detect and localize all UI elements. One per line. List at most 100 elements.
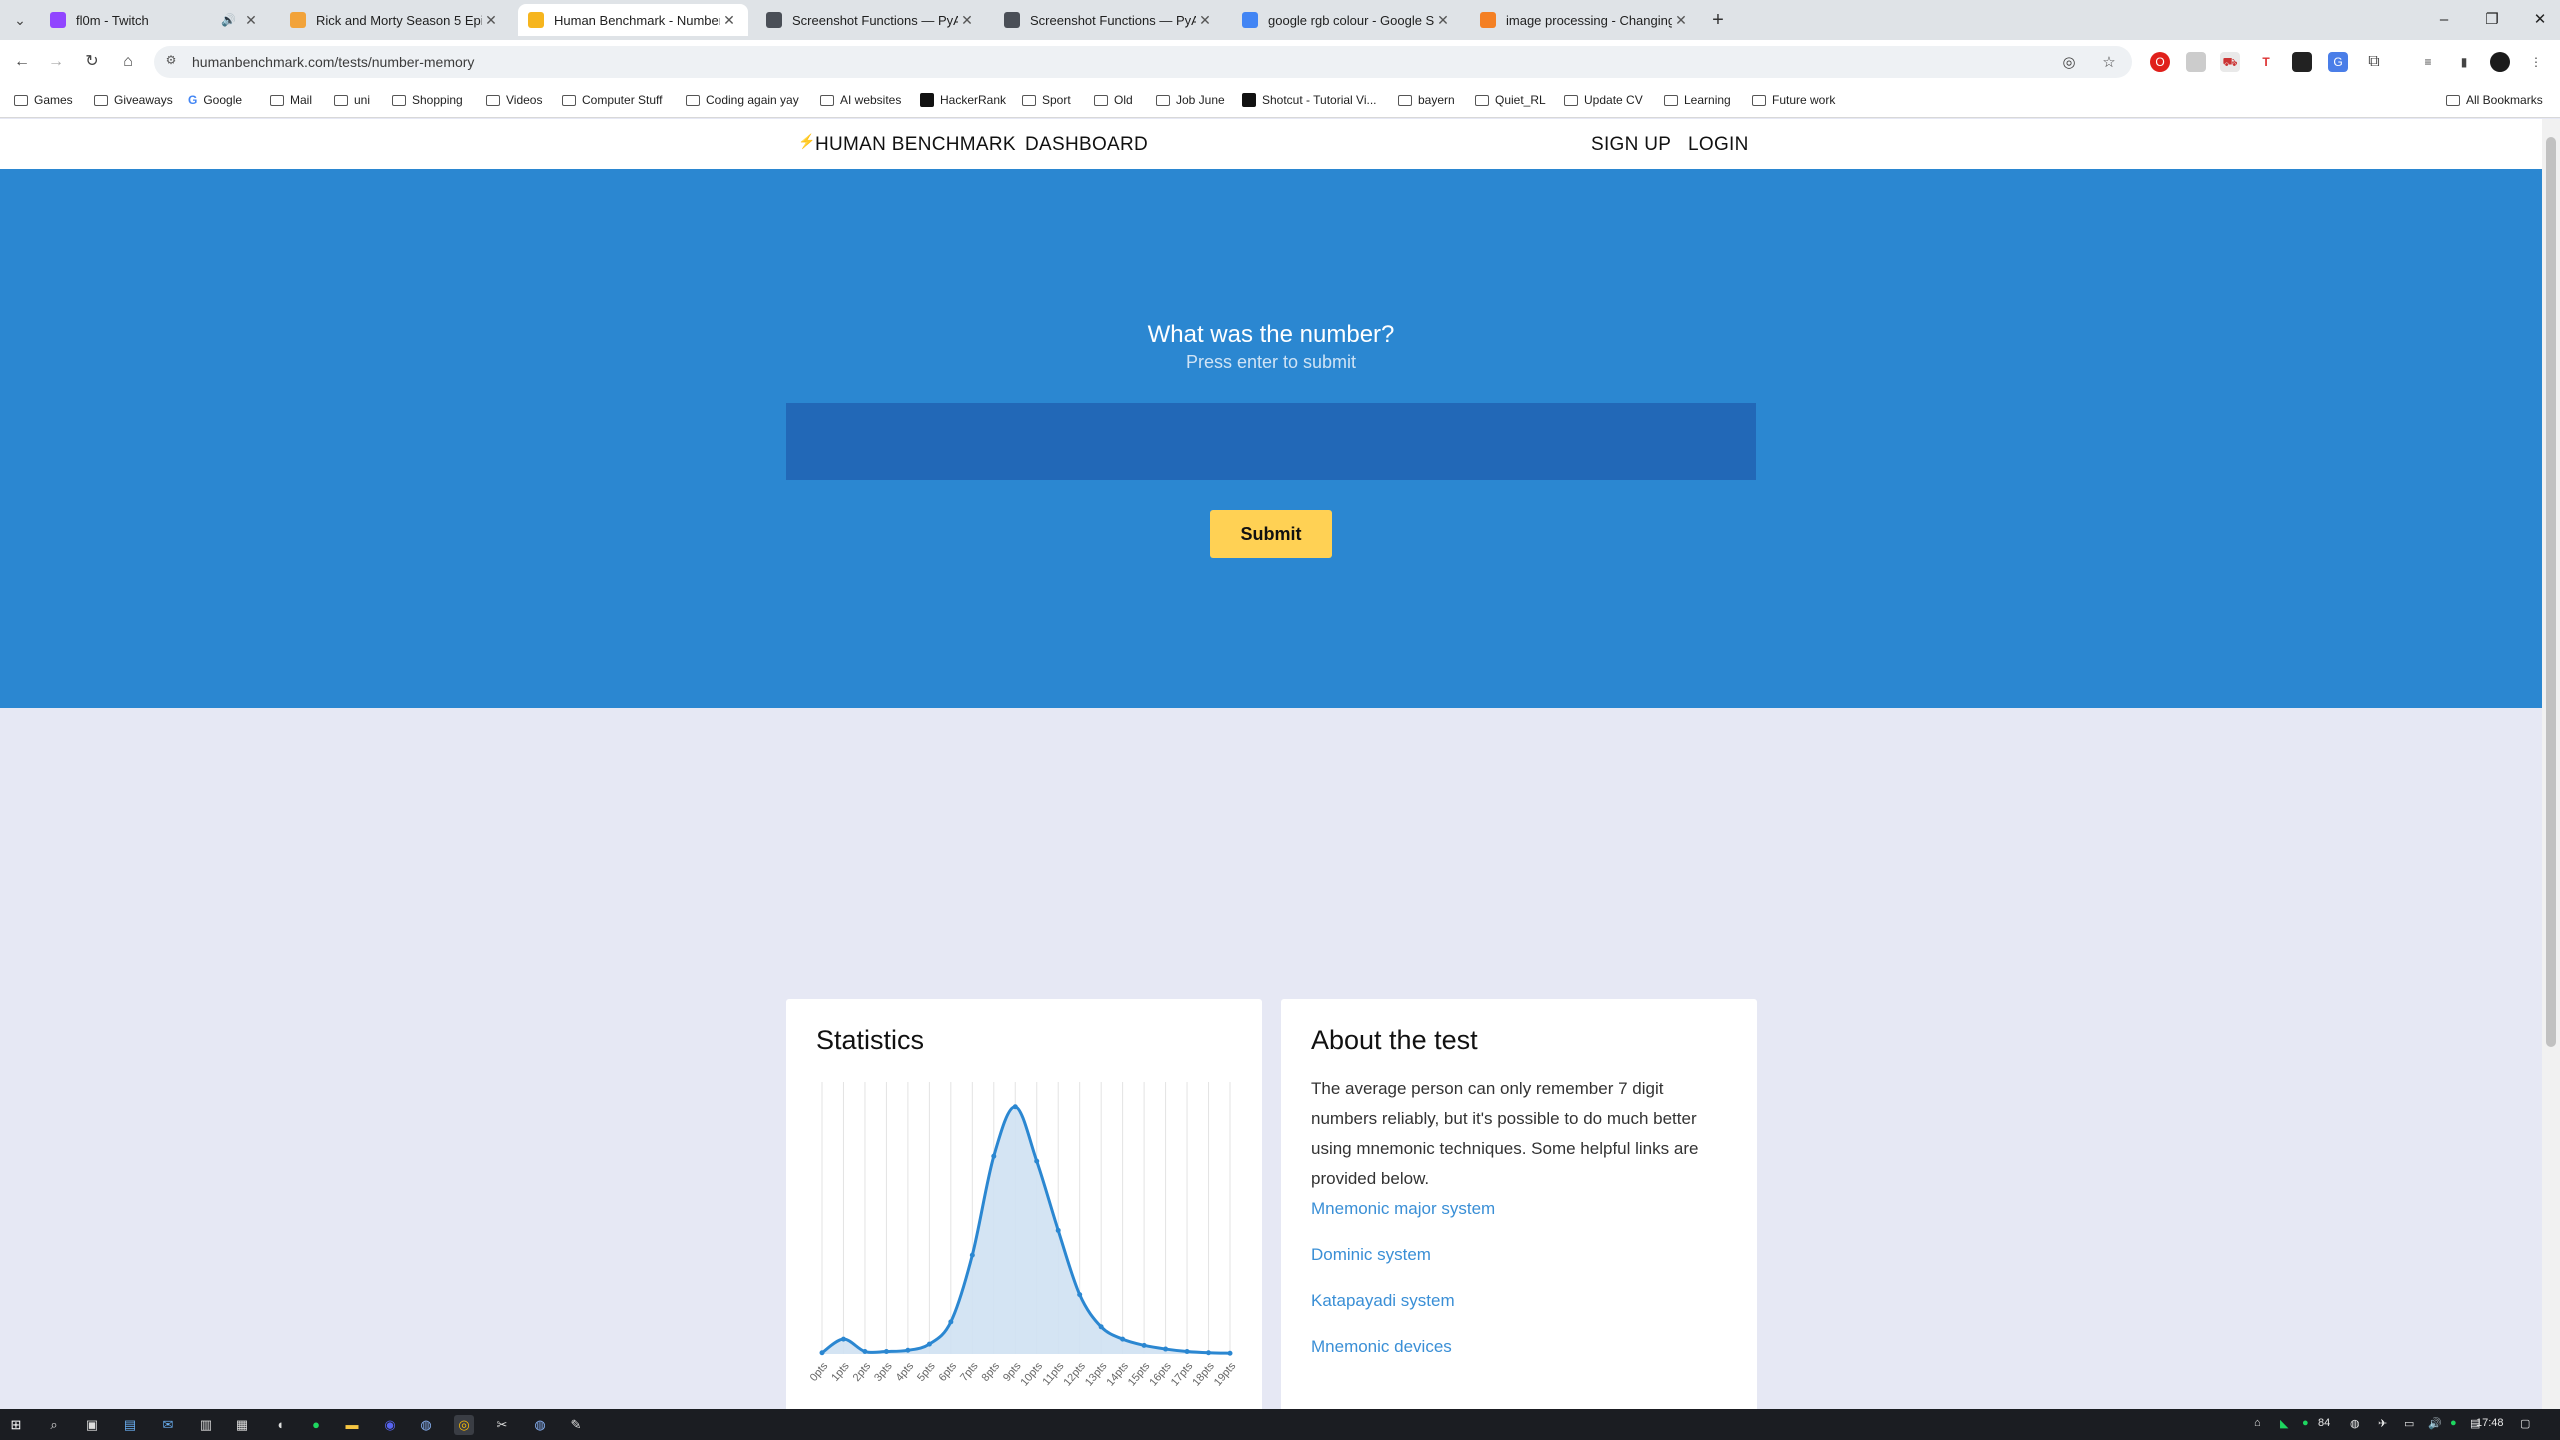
back-icon[interactable]: ← xyxy=(10,50,34,74)
mail-app-icon[interactable]: ✉ xyxy=(158,1415,178,1435)
bookmark-item[interactable]: Shotcut - Tutorial Vi... xyxy=(1242,93,1377,107)
tab-close-icon[interactable]: ✕ xyxy=(1672,12,1690,29)
signup-link[interactable]: SIGN UP xyxy=(1591,134,1671,156)
tab-close-icon[interactable]: ✕ xyxy=(242,12,260,29)
bookmark-item[interactable]: Coding again yay xyxy=(686,93,799,107)
extension-icon[interactable] xyxy=(2186,52,2206,72)
tab-close-icon[interactable]: ✕ xyxy=(958,12,976,29)
search-icon[interactable]: ⌕ xyxy=(44,1415,64,1435)
task-view-icon[interactable]: ▣ xyxy=(82,1415,102,1435)
bookmark-item[interactable]: Games xyxy=(14,93,73,107)
volume-icon[interactable]: 🔊 xyxy=(2428,1417,2442,1430)
file-explorer-icon[interactable]: ▬ xyxy=(342,1415,362,1435)
chrome-icon[interactable]: ◎ xyxy=(454,1415,474,1435)
chart-point[interactable] xyxy=(840,1336,846,1342)
steam-icon[interactable]: ◍ xyxy=(530,1415,550,1435)
url-text[interactable]: humanbenchmark.com/tests/number-memory xyxy=(192,54,474,70)
dashboard-link[interactable]: DASHBOARD xyxy=(1025,134,1148,156)
browser-tab[interactable]: Rick and Morty Season 5 Episode✕ xyxy=(280,4,510,36)
browser-tab[interactable]: image processing - Changing pixel✕ xyxy=(1470,4,1700,36)
bookmark-item[interactable]: Sport xyxy=(1022,93,1071,107)
opera-extension-icon[interactable]: O xyxy=(2150,52,2170,72)
spotify-icon[interactable]: ● xyxy=(306,1415,326,1435)
app-icon[interactable]: ✂ xyxy=(492,1415,512,1435)
chart-point[interactable] xyxy=(883,1349,889,1355)
app-icon[interactable]: ◖ xyxy=(270,1415,290,1435)
bookmark-item[interactable]: AI websites xyxy=(820,93,901,107)
discord-icon[interactable]: ◉ xyxy=(380,1415,400,1435)
extensions-puzzle-icon[interactable]: ⧉ xyxy=(2364,52,2384,72)
new-tab-button[interactable]: + xyxy=(1705,8,1731,34)
tab-close-icon[interactable]: ✕ xyxy=(720,12,738,29)
widgets-icon[interactable]: ▤ xyxy=(120,1415,140,1435)
bookmark-item[interactable]: Job June xyxy=(1156,93,1225,107)
bookmark-item[interactable]: Videos xyxy=(486,93,542,107)
chart-point[interactable] xyxy=(1163,1346,1169,1352)
chart-point[interactable] xyxy=(1034,1158,1040,1164)
bookmark-item[interactable]: G Google xyxy=(188,93,242,107)
chart-point[interactable] xyxy=(1055,1227,1061,1233)
extension-icon[interactable]: T xyxy=(2256,52,2276,72)
app-icon[interactable]: ▦ xyxy=(232,1415,252,1435)
chart-point[interactable] xyxy=(819,1350,825,1356)
chart-point[interactable] xyxy=(948,1319,954,1325)
clock-time[interactable]: 17:48 xyxy=(2476,1417,2504,1429)
chart-point[interactable] xyxy=(926,1341,932,1347)
tray-icon[interactable]: ⌂ xyxy=(2254,1417,2261,1429)
chart-point[interactable] xyxy=(1206,1350,1212,1356)
notepad-icon[interactable]: ✎ xyxy=(566,1415,586,1435)
answer-input[interactable] xyxy=(786,403,1756,480)
chart-point[interactable] xyxy=(862,1349,868,1355)
chart-point[interactable] xyxy=(1012,1104,1018,1110)
bookmark-item[interactable]: bayern xyxy=(1398,93,1455,107)
bookmark-item[interactable]: Old xyxy=(1094,93,1133,107)
bookmark-item[interactable]: Learning xyxy=(1664,93,1731,107)
windows-start-icon[interactable]: ⊞ xyxy=(6,1415,26,1435)
chart-point[interactable] xyxy=(1120,1336,1126,1342)
site-info-icon[interactable]: ⚙ xyxy=(162,53,180,71)
link-katapayadi-system[interactable]: Katapayadi system xyxy=(1311,1291,1455,1311)
login-link[interactable]: LOGIN xyxy=(1688,134,1749,156)
reload-icon[interactable]: ↻ xyxy=(80,50,104,74)
tray-icon[interactable]: ● xyxy=(2450,1417,2457,1429)
restore-icon[interactable]: ❐ xyxy=(2472,6,2512,34)
chart-point[interactable] xyxy=(1184,1349,1190,1355)
tab-search-chevron-icon[interactable]: ⌄ xyxy=(8,8,32,32)
extension-icon[interactable]: ⛟ xyxy=(2220,52,2240,72)
browser-tab[interactable]: Screenshot Functions — PyAutoGUI✕ xyxy=(756,4,986,36)
app-icon[interactable]: ▥ xyxy=(196,1415,216,1435)
brand-link[interactable]: HUMAN BENCHMARK xyxy=(815,134,1016,156)
steam-icon[interactable]: ◍ xyxy=(416,1415,436,1435)
spotify-tray-icon[interactable]: ● xyxy=(2302,1417,2309,1429)
media-controls-icon[interactable]: ≡ xyxy=(2418,52,2438,72)
link-mnemonic-major-system[interactable]: Mnemonic major system xyxy=(1311,1199,1495,1219)
minimize-icon[interactable]: – xyxy=(2424,6,2464,34)
all-bookmarks-button[interactable]: All Bookmarks xyxy=(2446,93,2543,107)
chart-point[interactable] xyxy=(905,1347,911,1353)
bookmark-item[interactable]: Quiet_RL xyxy=(1475,93,1546,107)
bookmark-item[interactable]: uni xyxy=(334,93,370,107)
page-scrollbar[interactable] xyxy=(2542,119,2560,1409)
bookmark-item[interactable]: Mail xyxy=(270,93,312,107)
submit-button[interactable]: Submit xyxy=(1210,510,1332,558)
chart-point[interactable] xyxy=(1227,1350,1233,1356)
chart-point[interactable] xyxy=(1098,1324,1104,1330)
tab-close-icon[interactable]: ✕ xyxy=(1434,12,1452,29)
link-mnemonic-devices[interactable]: Mnemonic devices xyxy=(1311,1337,1452,1357)
translate-extension-icon[interactable]: G xyxy=(2328,52,2348,72)
eye-off-icon[interactable]: ◎ xyxy=(2058,52,2080,74)
steam-tray-icon[interactable]: ◍ xyxy=(2350,1417,2360,1430)
tab-audio-icon[interactable]: 🔊 xyxy=(221,13,236,27)
browser-tab[interactable]: google rgb colour - Google Search✕ xyxy=(1232,4,1462,36)
display-icon[interactable]: ▭ xyxy=(2404,1417,2414,1430)
bookmark-item[interactable]: Computer Stuff xyxy=(562,93,662,107)
menu-kebab-icon[interactable]: ⋮ xyxy=(2526,52,2546,72)
bookmark-item[interactable]: HackerRank xyxy=(920,93,1006,107)
extension-icon[interactable] xyxy=(2292,52,2312,72)
notifications-icon[interactable]: ▢ xyxy=(2520,1417,2530,1430)
chart-point[interactable] xyxy=(991,1153,997,1159)
link-dominic-system[interactable]: Dominic system xyxy=(1311,1245,1431,1265)
bookmark-item[interactable]: Future work xyxy=(1752,93,1835,107)
bookmark-star-icon[interactable]: ☆ xyxy=(2098,52,2120,74)
browser-tab[interactable]: fl0m - Twitch 🔊 ✕ xyxy=(40,4,270,36)
